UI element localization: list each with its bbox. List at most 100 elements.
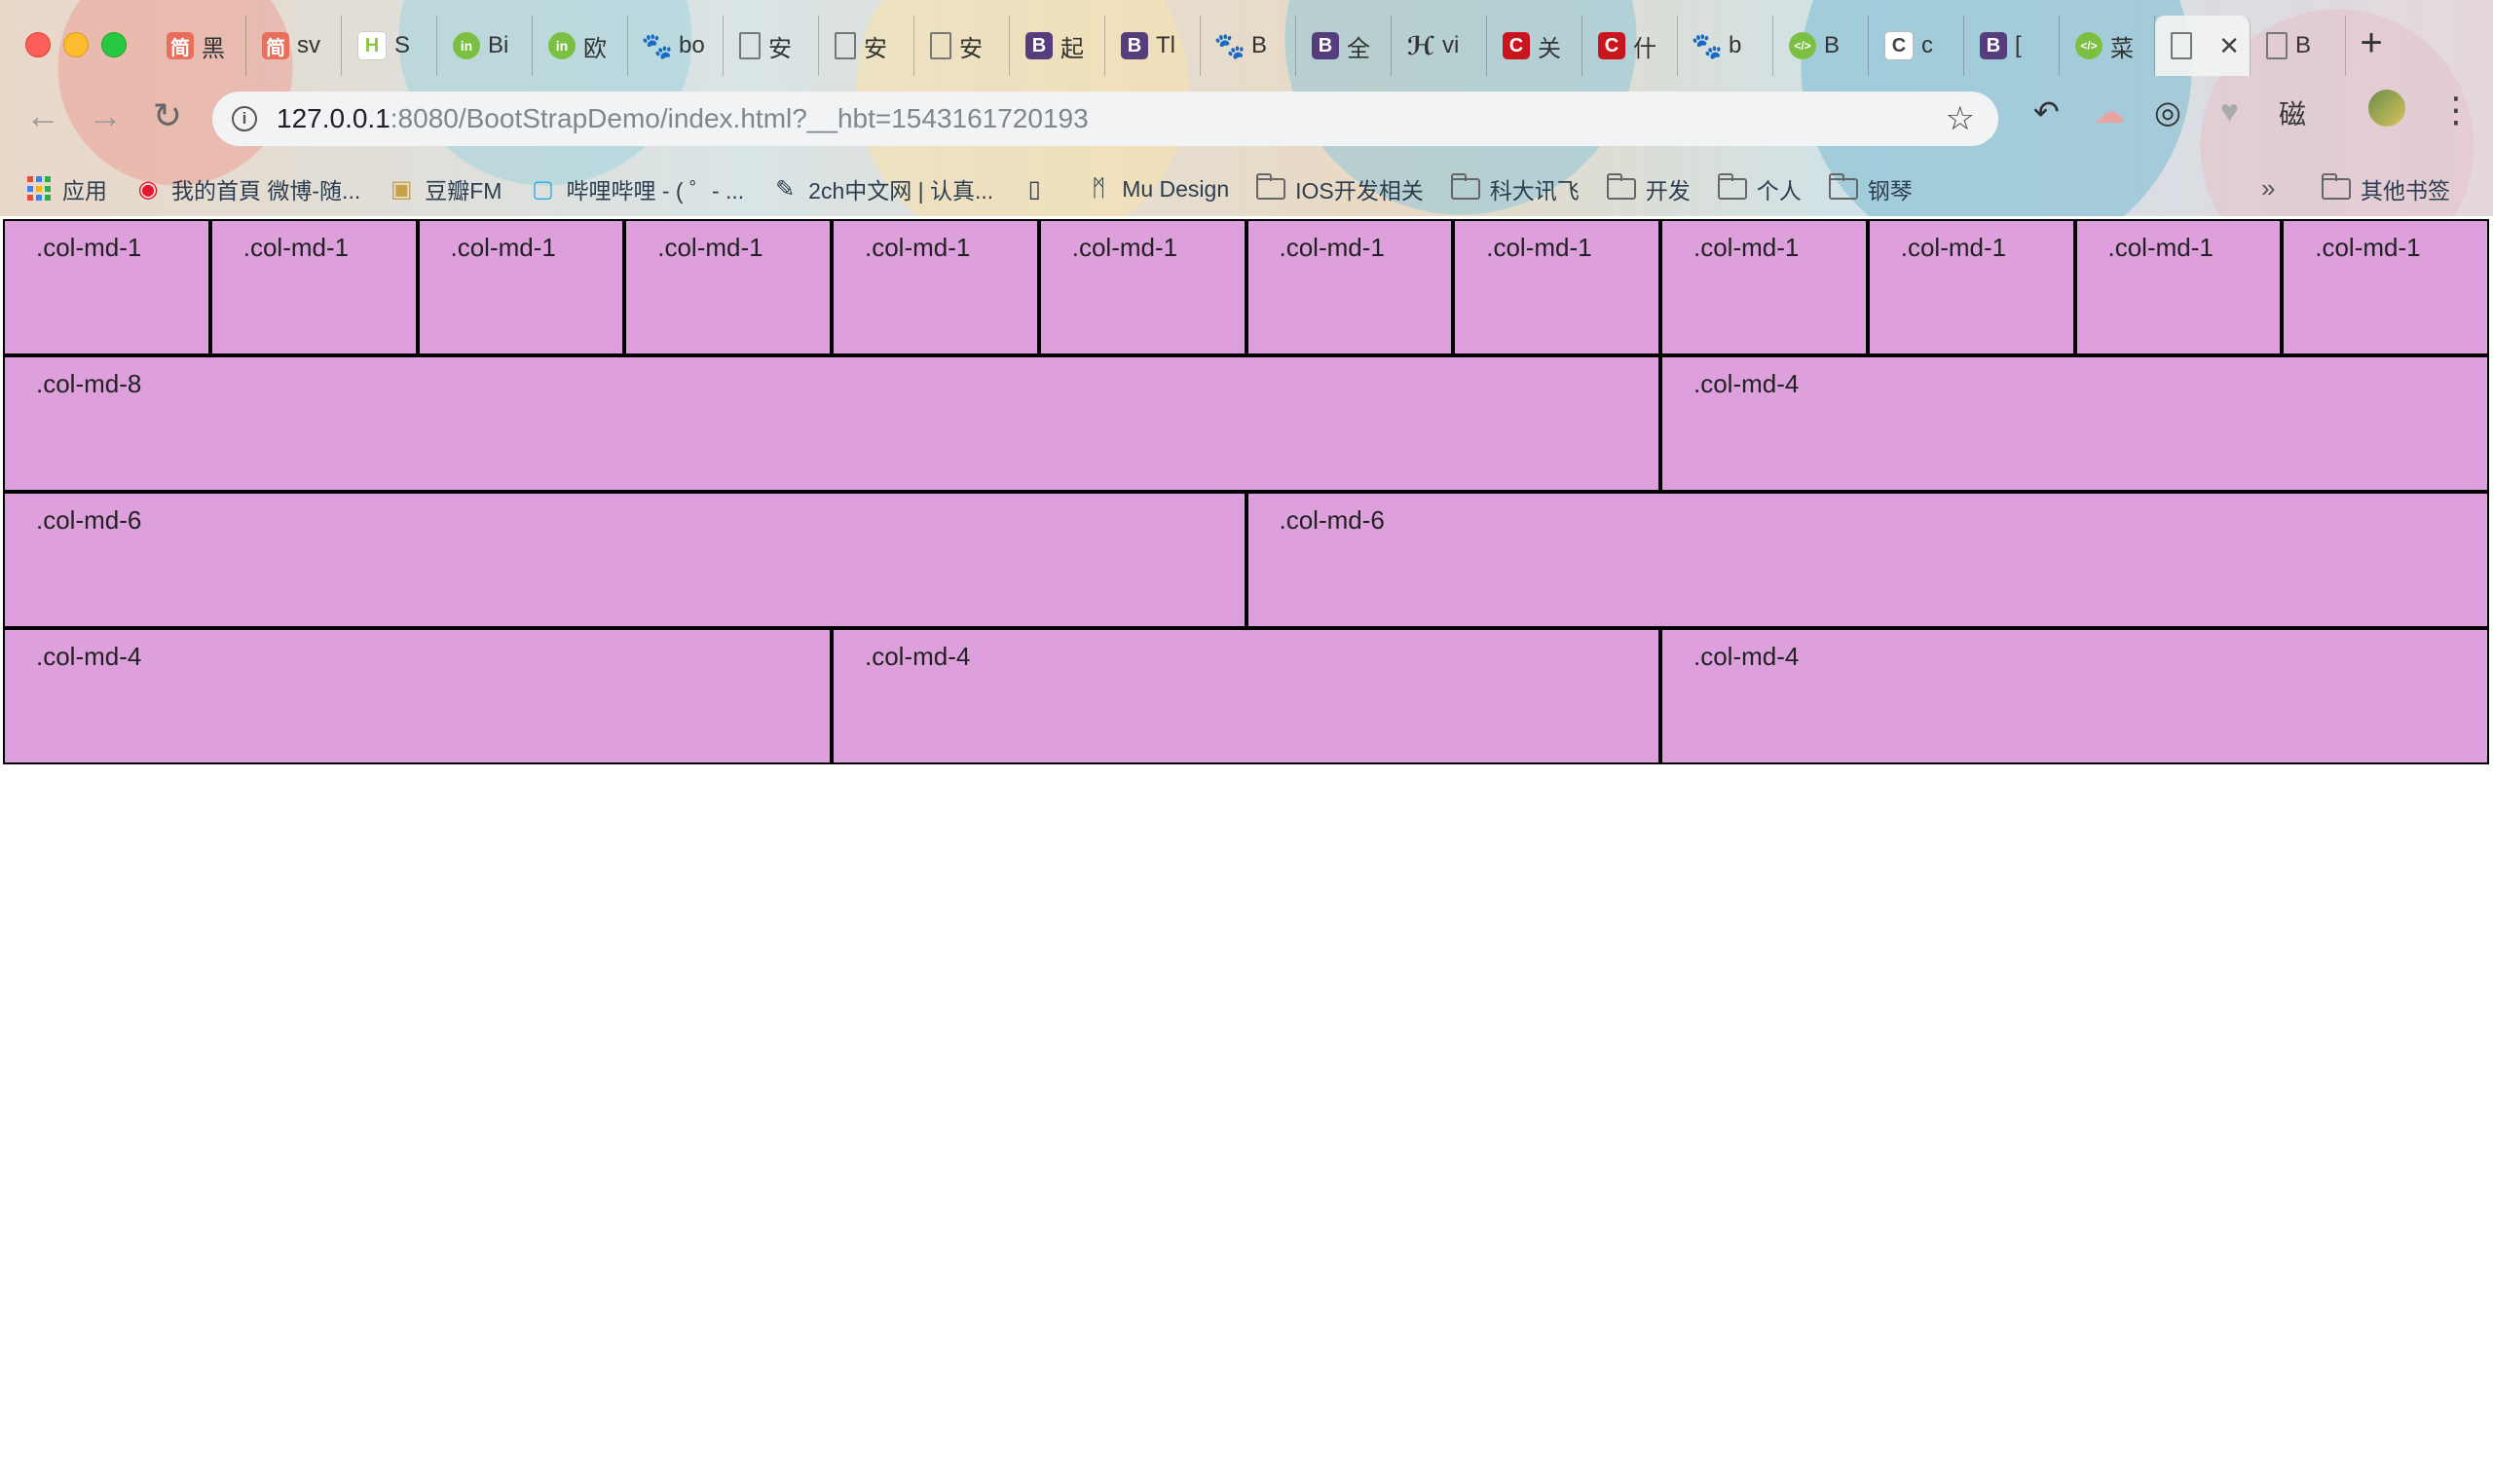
bookmark-item[interactable]: 钢琴 <box>1828 172 1913 205</box>
bookmark-label: 科大讯飞 <box>1489 178 1580 204</box>
back-button[interactable]: ← <box>21 95 64 136</box>
tab-title: 黑 <box>202 35 225 62</box>
bookmark-item[interactable]: ▯ <box>1021 175 1058 203</box>
bookmark-item[interactable]: 科大讯飞 <box>1450 172 1580 205</box>
in-icon: in <box>548 32 576 59</box>
site-info-icon[interactable]: i <box>232 106 257 131</box>
tab-title: B <box>2295 32 2312 58</box>
bookmark-item[interactable]: 个人 <box>1717 172 1802 205</box>
grid-column: .col-md-1 <box>2074 219 2283 355</box>
grid-row: .col-md-6 .col-md-6 <box>3 492 2489 628</box>
grid-column: .col-md-1 <box>209 219 418 355</box>
bookmark-item[interactable]: ▣ 豆瓣FM <box>388 172 502 205</box>
extension-shield-icon[interactable]: ♥ <box>2220 93 2239 130</box>
browser-tab[interactable]: 简黑 <box>151 16 246 76</box>
document-icon <box>835 32 856 59</box>
bookmark-item[interactable]: IOS开发相关 <box>1256 172 1424 205</box>
code-icon: </> <box>1789 32 1816 59</box>
bootstrap-icon: B <box>1025 32 1053 59</box>
tab-close-icon[interactable]: ✕ <box>2218 31 2240 61</box>
grid-column: .col-md-4 <box>832 628 1660 764</box>
extension-magnet-icon[interactable]: 磁 <box>2279 93 2306 132</box>
browser-tab[interactable]: in Bi <box>437 16 533 76</box>
tab-title: 安 <box>768 35 792 62</box>
bootstrap-icon: B <box>1980 32 2007 59</box>
grid-column: .col-md-1 <box>1038 219 1246 355</box>
bookmark-item[interactable]: 开发 <box>1606 172 1691 205</box>
browser-tab[interactable]: B Tl <box>1105 16 1201 76</box>
tab-title: 起 <box>1060 35 1084 62</box>
address-bar[interactable]: i 127.0.0.1:8080/BootStrapDemo/index.htm… <box>212 92 1998 146</box>
folder-icon <box>1256 173 1286 200</box>
tab-strip: 简黑简 sv H Sin Bi in 欧 🐾 bo 安安安 B 起 B Tl 🐾 B B 全 ℋvi C 关 C 什 🐾 b </… <box>151 16 2346 76</box>
folder-icon <box>1717 173 1747 200</box>
browser-tab[interactable]: C关 <box>1487 16 1582 76</box>
page-content: .col-md-1 .col-md-1 .col-md-1 .col-md-1 .col… <box>0 216 2493 1484</box>
tab-title: vi <box>1442 32 1460 58</box>
bookmark-label: 2ch中文网 | 认真... <box>808 178 994 204</box>
browser-tab[interactable]: ℋvi <box>1392 16 1487 76</box>
bookmark-item[interactable]: ✎ 2ch中文网 | 认真... <box>771 172 993 205</box>
browser-tab[interactable]: B全 <box>1296 16 1392 76</box>
browser-tab[interactable]: C什 <box>1582 16 1678 76</box>
bookmark-label: 豆瓣FM <box>425 178 502 204</box>
browser-tab[interactable]: Cc <box>1869 16 1964 76</box>
browser-tab[interactable]: B <box>2251 16 2346 76</box>
grid-row: .col-md-8 .col-md-4 <box>3 355 2489 492</box>
grid-column: .col-md-1 <box>1453 219 1660 355</box>
extension-spiral-icon[interactable]: ◎ <box>2154 93 2181 130</box>
grid-column: .col-md-6 <box>3 492 1246 628</box>
browser-tab[interactable]: ✕ <box>2155 16 2251 76</box>
bookmark-star-icon[interactable]: ☆ <box>1946 99 1975 138</box>
baidu-paw-icon: 🐾 <box>1691 30 1724 60</box>
browser-tab[interactable]: </> B <box>1773 16 1869 76</box>
forward-button[interactable]: → <box>84 95 127 136</box>
browser-tab[interactable]: 简 sv <box>246 16 342 76</box>
chrome-menu-button[interactable]: ⋮ <box>2438 90 2474 130</box>
browser-tab[interactable]: B[ <box>1964 16 2060 76</box>
bookmark-label: 个人 <box>1756 178 1802 204</box>
tab-title: 安 <box>864 35 887 62</box>
bookmark-item[interactable]: ◉ 我的首頁 微博-随... <box>134 172 361 205</box>
bookmark-item[interactable]: ▢ 哔哩哔哩 - ( ゜- ... <box>529 172 744 205</box>
tab-title: 全 <box>1347 35 1370 62</box>
browser-tab[interactable]: HS <box>342 16 437 76</box>
bookmark-item[interactable]: ᛗ Mu Design <box>1085 175 1229 203</box>
grid-row: .col-md-1 .col-md-1 .col-md-1 .col-md-1 .col… <box>3 219 2489 355</box>
tab-title: Tl <box>1156 32 1175 58</box>
tab-title: [ <box>2015 32 2022 58</box>
tab-title: 菜 <box>2110 35 2134 62</box>
tab-title: 什 <box>1633 35 1656 62</box>
apps-grid-icon <box>27 176 53 202</box>
zoom-window-button[interactable] <box>101 32 127 57</box>
jianshu-icon: 简 <box>167 32 194 59</box>
grid-column: .col-md-1 <box>3 219 210 355</box>
browser-tab[interactable]: </> 菜 <box>2060 16 2155 76</box>
browser-tab[interactable]: 安 <box>819 16 914 76</box>
browser-tab[interactable]: 安 <box>724 16 819 76</box>
browser-tab[interactable]: 🐾 B <box>1201 16 1296 76</box>
bookmark-label: 我的首頁 微博-随... <box>171 178 361 204</box>
profile-avatar[interactable] <box>2368 90 2405 127</box>
tab-title: c <box>1921 32 1933 58</box>
close-window-button[interactable] <box>25 32 51 57</box>
c-white-icon: C <box>1884 31 1914 60</box>
reload-button[interactable]: ↻ <box>146 95 189 136</box>
browser-tab[interactable]: 🐾 b <box>1678 16 1773 76</box>
browser-tab[interactable]: in 欧 <box>533 16 628 76</box>
extension-cloud-icon[interactable]: ☁ <box>2094 93 2125 130</box>
in-icon: in <box>453 32 480 59</box>
folder-icon <box>1450 173 1480 200</box>
browser-tab[interactable]: 🐾 bo <box>628 16 724 76</box>
minimize-window-button[interactable] <box>63 32 89 57</box>
extension-undo-icon[interactable]: ↶ <box>2033 93 2060 130</box>
toolbar: ← → ↻ i 127.0.0.1:8080/BootStrapDemo/ind… <box>0 76 2493 162</box>
browser-tab[interactable]: B起 <box>1010 16 1105 76</box>
grid-column: .col-md-4 <box>1660 355 2489 492</box>
browser-tab[interactable]: 安 <box>914 16 1010 76</box>
browser-chrome: 简黑简 sv H Sin Bi in 欧 🐾 bo 安安安 B 起 B Tl 🐾 B B 全 ℋvi C 关 C 什 🐾 b </… <box>0 0 2493 216</box>
new-tab-button[interactable]: + <box>2347 19 2396 68</box>
grid-column: .col-md-1 <box>624 219 832 355</box>
bookmark-item[interactable]: 应用 <box>27 172 107 205</box>
document-icon: ▯ <box>1027 175 1041 203</box>
